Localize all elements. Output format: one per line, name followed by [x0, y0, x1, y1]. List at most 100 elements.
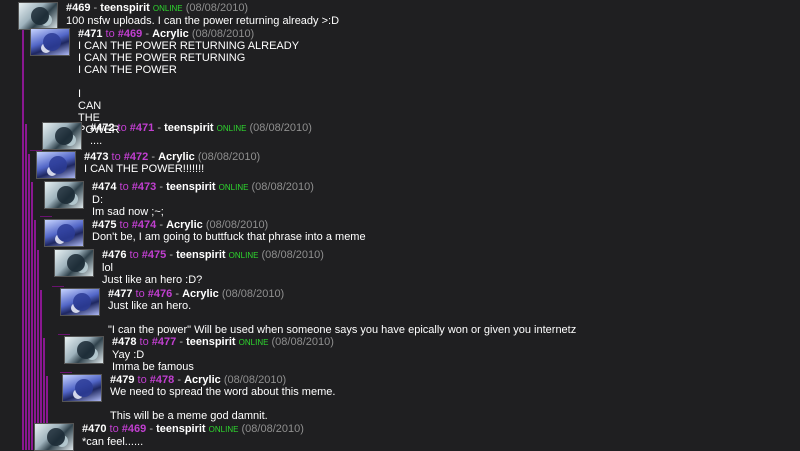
- separator: -: [179, 336, 184, 348]
- reply-to-link[interactable]: #478: [150, 374, 174, 386]
- reply-to-link[interactable]: #472: [124, 151, 148, 163]
- comment-date: (08/08/2010): [223, 374, 287, 386]
- separator: -: [157, 122, 162, 134]
- avatar-figure: [55, 127, 73, 145]
- username-link[interactable]: Acrylic: [158, 151, 195, 163]
- avatar-figure: [67, 254, 85, 272]
- comment-text: I CAN THE POWER!!!!!!!: [84, 163, 260, 175]
- comment-line: I CAN THE POWER!!!!!!!: [84, 163, 205, 175]
- thread-divider: [52, 286, 64, 287]
- comment-number[interactable]: #474: [92, 181, 116, 193]
- comment-line: [78, 76, 299, 88]
- comment-body: #473 to #472 - Acrylic (08/08/2010) I CAN…: [84, 151, 260, 175]
- comment-line: D:: [92, 194, 103, 206]
- acrylic-avatar[interactable]: [44, 219, 84, 247]
- avatar-figure: [47, 428, 65, 446]
- separator: -: [145, 28, 150, 40]
- comment-line: 100 nsfw uploads. I can the power return…: [66, 15, 340, 27]
- teenspirit-avatar[interactable]: [18, 2, 58, 30]
- acrylic-avatar[interactable]: [60, 288, 100, 316]
- reply-to-label: to: [129, 249, 139, 261]
- thread-line: [22, 30, 24, 450]
- comment-date: (08/08/2010): [261, 249, 324, 261]
- avatar-figure: [75, 379, 93, 397]
- comment-text: D: Im sad now ;~;: [92, 194, 314, 218]
- reply-to-link[interactable]: #475: [142, 249, 166, 261]
- comment-line: I: [78, 88, 82, 100]
- teenspirit-avatar[interactable]: [54, 249, 94, 277]
- thread-line: [34, 220, 36, 450]
- acrylic-avatar[interactable]: [36, 151, 76, 179]
- comment-line: [108, 312, 576, 324]
- username-link[interactable]: Acrylic: [184, 374, 221, 386]
- username-link[interactable]: Acrylic: [182, 288, 219, 300]
- comment-number[interactable]: #478: [112, 336, 136, 348]
- separator: -: [159, 219, 164, 231]
- comment-text: Don't be, I am going to buttfuck that ph…: [92, 231, 366, 243]
- online-status: ONLINE: [216, 124, 247, 133]
- reply-to-label: to: [109, 423, 119, 435]
- reply-to-link[interactable]: #473: [132, 181, 156, 193]
- acrylic-avatar[interactable]: [30, 28, 70, 56]
- username-link[interactable]: teenspirit: [164, 122, 214, 134]
- acrylic-avatar[interactable]: [62, 374, 102, 402]
- reply-to-link[interactable]: #469: [122, 423, 146, 435]
- teenspirit-avatar[interactable]: [64, 336, 104, 364]
- avatar-figure: [49, 156, 67, 174]
- comment-number[interactable]: #473: [84, 151, 108, 163]
- username-link[interactable]: teenspirit: [166, 181, 216, 193]
- comment-text: lol Just like an hero :D?: [102, 262, 324, 286]
- reply-to-link[interactable]: #469: [118, 28, 142, 40]
- separator: -: [175, 288, 180, 300]
- comment-thread: #469 - teenspirit ONLINE (08/08/2010) 100…: [0, 0, 800, 451]
- comment-body: #479 to #478 - Acrylic (08/08/2010) We ne…: [110, 374, 335, 422]
- comment-line: CAN: [78, 100, 102, 112]
- comment-date: (08/08/2010): [185, 2, 249, 14]
- comment-date: (08/08/2010): [191, 28, 255, 40]
- reply-to-link[interactable]: #476: [148, 288, 172, 300]
- online-status: ONLINE: [218, 183, 249, 192]
- separator: -: [93, 2, 98, 14]
- reply-to-link[interactable]: #474: [132, 219, 156, 231]
- comment-date: (08/08/2010): [221, 288, 285, 300]
- comment-date: (08/08/2010): [197, 151, 261, 163]
- avatar-figure: [43, 33, 61, 51]
- comment-body: #476 to #475 - teenspirit ONLINE (08/08/…: [102, 249, 324, 286]
- comment-header: #477 to #476 - Acrylic (08/08/2010): [108, 288, 576, 300]
- comment-text: ....: [90, 135, 312, 147]
- comment-number[interactable]: #477: [108, 288, 132, 300]
- thread-line: [31, 182, 33, 450]
- reply-to-link[interactable]: #471: [130, 122, 154, 134]
- comment-body: #470 to #469 - teenspirit ONLINE (08/08/…: [82, 423, 304, 448]
- comment-number[interactable]: #470: [82, 423, 106, 435]
- username-link[interactable]: teenspirit: [186, 336, 236, 348]
- comment-number[interactable]: #472: [90, 122, 114, 134]
- comment-number[interactable]: #476: [102, 249, 126, 261]
- avatar-figure: [77, 341, 95, 359]
- reply-to-label: to: [119, 219, 129, 231]
- comment-header: #473 to #472 - Acrylic (08/08/2010): [84, 151, 260, 163]
- teenspirit-avatar[interactable]: [34, 423, 74, 451]
- comment-text: Yay :D Imma be famous: [112, 349, 334, 373]
- username-link[interactable]: teenspirit: [156, 423, 206, 435]
- teenspirit-avatar[interactable]: [44, 181, 84, 209]
- comment-text: Just like an hero. "I can the power" Will…: [108, 300, 576, 336]
- username-link[interactable]: teenspirit: [100, 2, 150, 14]
- comment-number[interactable]: #479: [110, 374, 134, 386]
- comment-text: 100 nsfw uploads. I can the power return…: [66, 15, 339, 27]
- comment-number[interactable]: #469: [66, 2, 90, 14]
- comment-header: #470 to #469 - teenspirit ONLINE (08/08/…: [82, 423, 304, 436]
- username-link[interactable]: Acrylic: [152, 28, 189, 40]
- username-link[interactable]: teenspirit: [176, 249, 226, 261]
- username-link[interactable]: Acrylic: [166, 219, 203, 231]
- separator: -: [151, 151, 156, 163]
- comment-header: #471 to #469 - Acrylic (08/08/2010): [78, 28, 299, 40]
- teenspirit-avatar[interactable]: [42, 122, 82, 150]
- reply-to-link[interactable]: #477: [152, 336, 176, 348]
- comment-date: (08/08/2010): [251, 181, 314, 193]
- comment-line: [110, 398, 335, 410]
- comment-body: #477 to #476 - Acrylic (08/08/2010) Just …: [108, 288, 576, 336]
- comment-number[interactable]: #475: [92, 219, 116, 231]
- comment-number[interactable]: #471: [78, 28, 102, 40]
- reply-to-label: to: [139, 336, 149, 348]
